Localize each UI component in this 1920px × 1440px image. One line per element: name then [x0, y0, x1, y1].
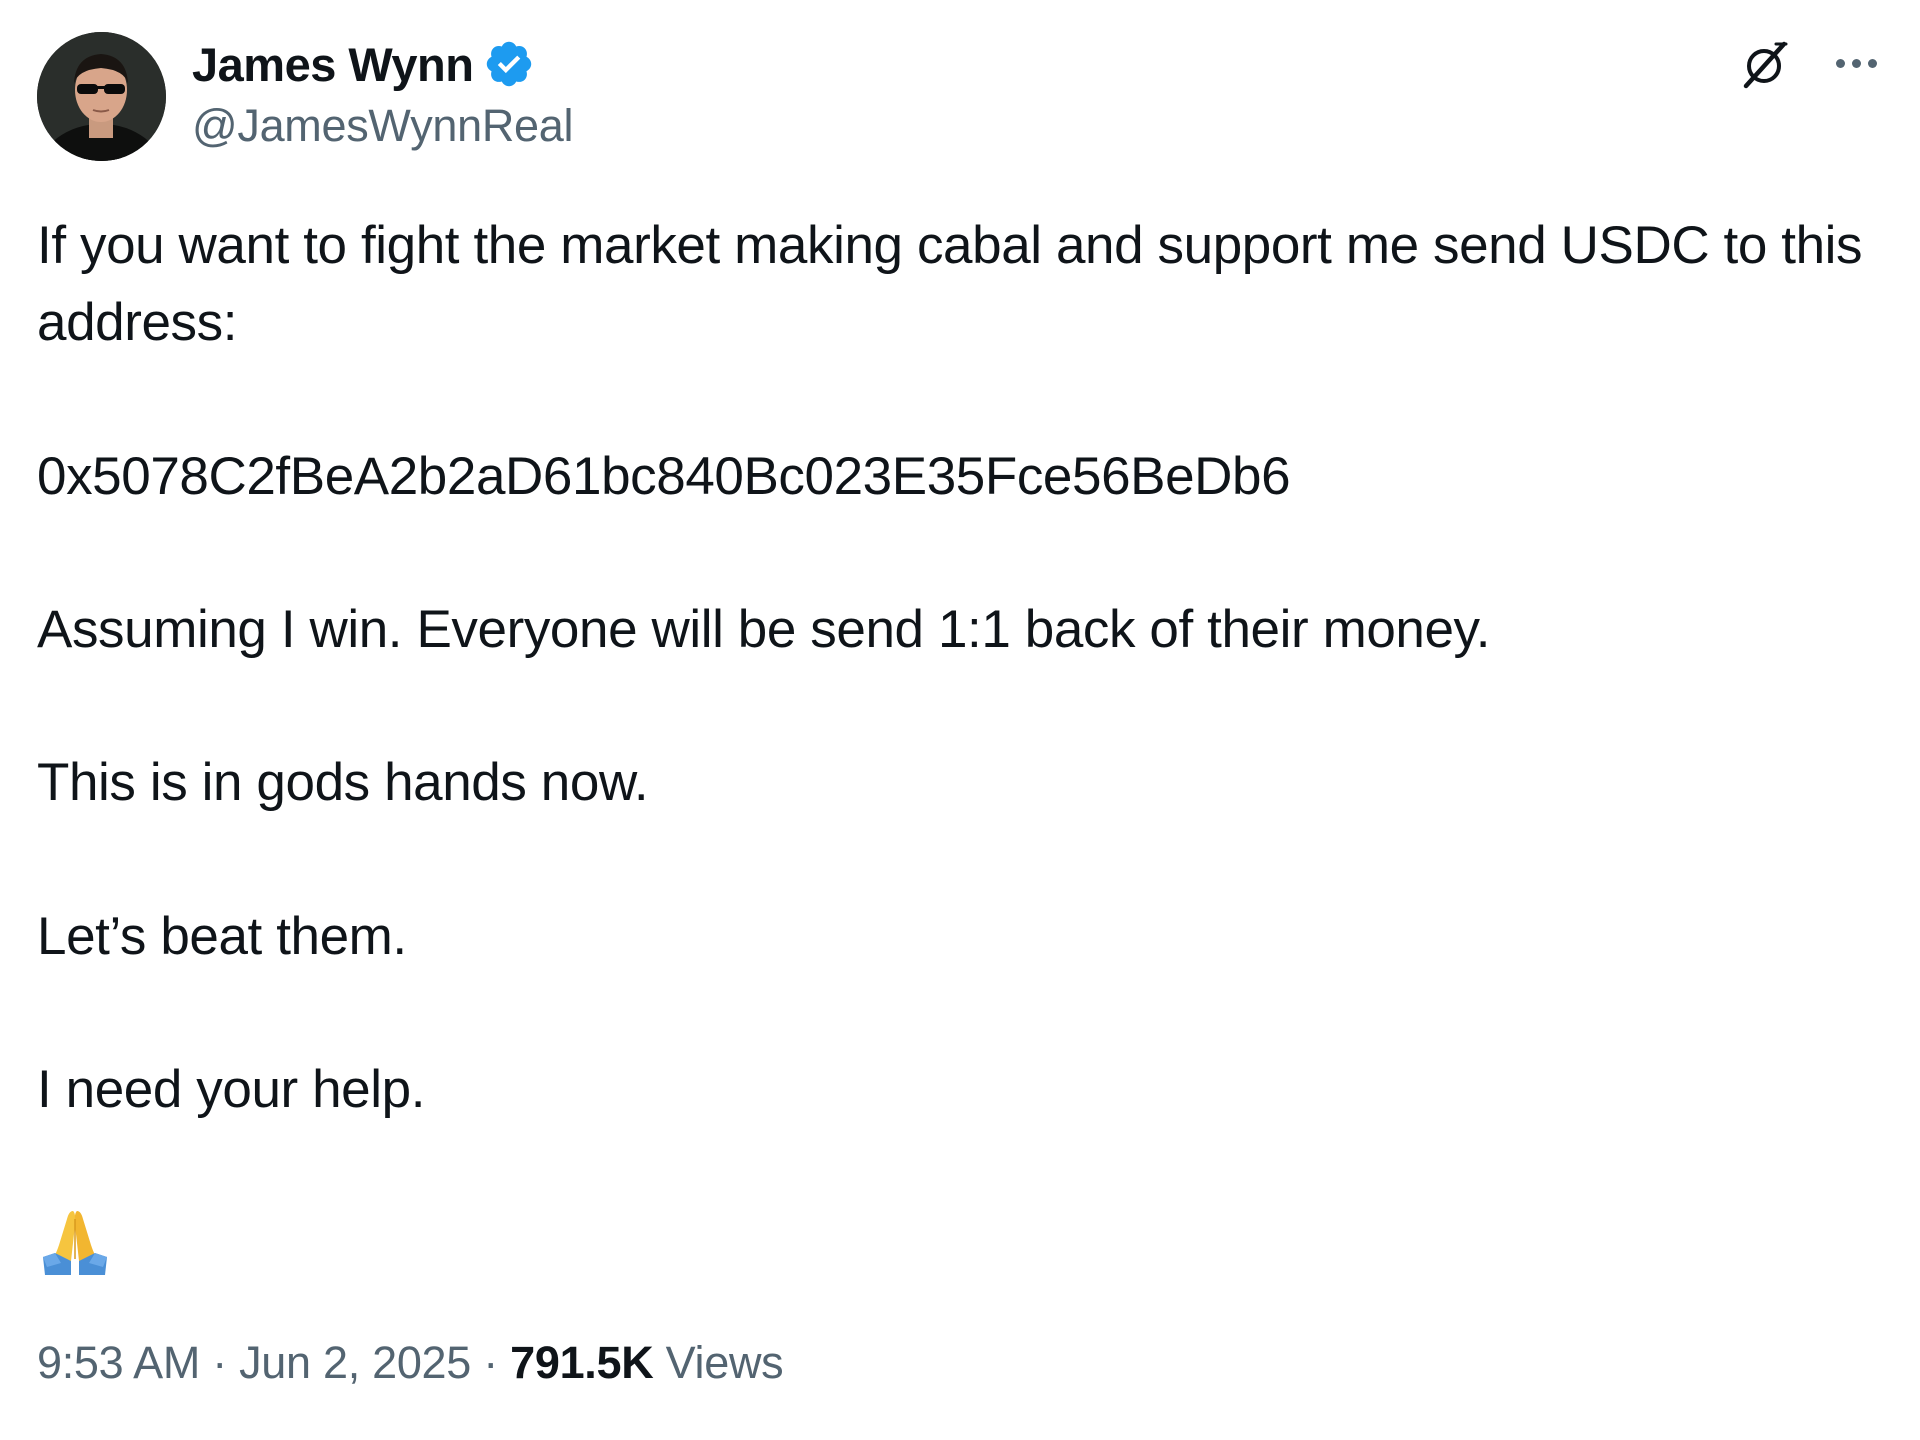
- views-count[interactable]: 791.5K: [510, 1337, 654, 1388]
- tweet-paragraph: This is in gods hands now.: [37, 753, 649, 812]
- more-dot: [1867, 58, 1877, 68]
- avatar[interactable]: [37, 32, 166, 161]
- author-name-row[interactable]: James Wynn: [192, 34, 535, 94]
- tweet-date[interactable]: Jun 2, 2025: [239, 1337, 471, 1388]
- avatar-image: [37, 32, 166, 161]
- meta-separator: ·: [200, 1337, 240, 1388]
- verified-badge-icon: [483, 38, 535, 90]
- tweet-paragraph: If you want to fight the market making c…: [37, 216, 1863, 352]
- more-dot: [1835, 58, 1845, 68]
- grok-icon[interactable]: [1736, 34, 1796, 94]
- tweet-paragraph: Assuming I win. Everyone will be send 1:…: [37, 600, 1491, 659]
- more-dot: [1851, 58, 1861, 68]
- views-label: Views: [665, 1337, 784, 1388]
- folded-hands-emoji-icon: [37, 1205, 113, 1281]
- tweet-paragraph: I need your help.: [37, 1060, 426, 1119]
- more-icon[interactable]: [1826, 38, 1886, 88]
- tweet-wallet-address: 0x5078C2fBeA2b2aD61bc840Bc023E35Fce56BeD…: [37, 447, 1291, 506]
- tweet-paragraph: Let’s beat them.: [37, 907, 407, 966]
- author-display-name[interactable]: James Wynn: [192, 37, 474, 92]
- tweet: James Wynn @JamesWynnReal If you want to…: [0, 0, 1920, 1440]
- tweet-time[interactable]: 9:53 AM: [37, 1337, 200, 1388]
- tweet-meta: 9:53 AM · Jun 2, 2025 · 791.5K Views: [37, 1337, 784, 1389]
- meta-separator: ·: [471, 1337, 511, 1388]
- author-handle[interactable]: @JamesWynnReal: [192, 100, 574, 152]
